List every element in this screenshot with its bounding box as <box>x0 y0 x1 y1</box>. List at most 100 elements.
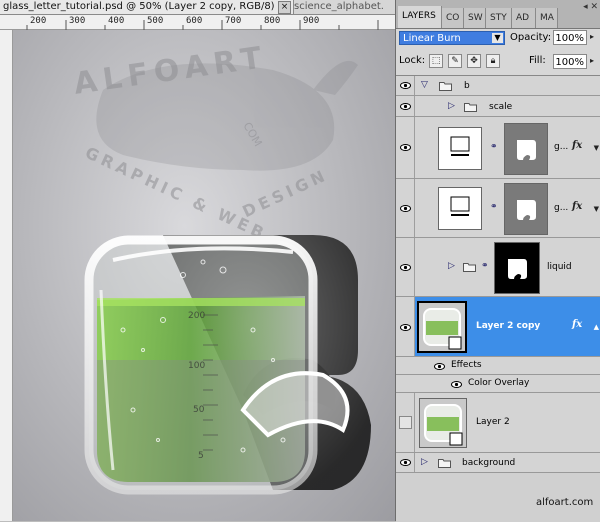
lock-move-icon[interactable]: ✥ <box>467 54 481 68</box>
canvas[interactable]: ALFOART COM GRAPHIC & WEB DESIGN 200 100… <box>13 30 395 521</box>
expand-triangle-icon[interactable]: ▽ <box>421 80 428 90</box>
expand-triangle-icon[interactable]: ▷ <box>448 101 455 111</box>
eye-icon[interactable] <box>400 205 411 212</box>
eye-icon[interactable] <box>434 363 445 370</box>
lock-all-icon[interactable]: 🔒︎ <box>486 54 500 68</box>
folder-icon <box>463 263 476 272</box>
color-overlay-row[interactable]: Color Overlay <box>396 375 600 393</box>
opacity-label: Opacity: <box>510 32 552 43</box>
ruler-mark: 300 <box>69 16 86 26</box>
lock-transparent-icon[interactable]: ⬚ <box>429 54 443 68</box>
tab-styles[interactable]: STY <box>486 8 512 28</box>
layer-name: scale <box>489 102 513 112</box>
visibility-cell <box>396 375 414 392</box>
ruler-mark: 200 <box>30 16 47 26</box>
layer-mask-thumbnail[interactable] <box>504 123 548 175</box>
eye-icon[interactable] <box>400 459 411 466</box>
effects-label: Effects <box>451 360 482 370</box>
document-tab-title-2: science_alphabet. <box>294 1 384 12</box>
visibility-cell[interactable] <box>396 453 415 472</box>
fill-input[interactable]: 100% <box>553 54 587 69</box>
layer-row-liquid[interactable]: ▷ ⚭ liquid <box>396 238 600 297</box>
expand-triangle-icon[interactable]: ▷ <box>421 457 428 467</box>
blend-mode-value: Linear Burn <box>403 33 461 44</box>
layer-thumbnail[interactable] <box>438 187 482 230</box>
opacity-slider-arrow-icon[interactable]: ▸ <box>590 32 598 41</box>
layer-row-scale[interactable]: ▷ scale <box>396 96 600 117</box>
layer-name: Layer 2 copy <box>476 321 541 331</box>
layer-mask-thumbnail[interactable] <box>494 242 540 294</box>
hidden-visibility-box[interactable] <box>399 416 412 429</box>
visibility-cell[interactable] <box>396 117 415 178</box>
fill-slider-arrow-icon[interactable]: ▸ <box>590 56 598 65</box>
tab-swatches[interactable]: SW <box>464 8 486 28</box>
document-tab-bar: glass_letter_tutorial.psd @ 50% (Layer 2… <box>0 0 395 15</box>
layer-row-layer-2[interactable]: Layer 2 <box>396 393 600 453</box>
visibility-cell[interactable] <box>396 238 415 296</box>
fx-icon[interactable]: fx <box>572 140 582 151</box>
glass-letter: 200 100 50 5 <box>84 235 350 495</box>
layer-row-b[interactable]: ▽ b <box>396 76 600 96</box>
expand-triangle-icon[interactable]: ▷ <box>448 261 455 271</box>
fill-label: Fill: <box>529 55 546 66</box>
vertical-ruler <box>0 30 13 521</box>
eye-icon[interactable] <box>400 103 411 110</box>
layer-row-g1[interactable]: ⚭ g... fx ▼ <box>396 117 600 179</box>
lock-label: Lock: <box>399 55 426 66</box>
layer-row-g2[interactable]: ⚭ g... fx ▼ <box>396 179 600 238</box>
link-icon: ⚭ <box>481 261 489 271</box>
eye-icon[interactable] <box>400 324 411 331</box>
close-tab-icon[interactable]: × <box>278 1 291 14</box>
layers-list: ▽ b ▷ scale ⚭ g... fx ▼ ⚭ g... fx ▼ ▷ ⚭ … <box>396 75 600 522</box>
layer-name: liquid <box>547 262 572 272</box>
scale-label: 200 <box>188 311 205 321</box>
layer-row-background[interactable]: ▷ background <box>396 453 600 473</box>
scale-label: 50 <box>193 405 205 415</box>
fx-icon[interactable]: fx <box>572 319 582 330</box>
visibility-cell[interactable] <box>396 96 415 116</box>
effects-row[interactable]: Effects <box>396 357 600 375</box>
folder-icon <box>439 82 452 91</box>
link-icon: ⚭ <box>490 202 498 212</box>
tab-masks[interactable]: MA <box>536 8 558 28</box>
layer-thumbnail[interactable] <box>419 398 467 448</box>
visibility-cell[interactable] <box>396 179 415 237</box>
tab-layers[interactable]: LAYERS <box>398 6 442 28</box>
ruler-mark: 700 <box>225 16 242 26</box>
layer-name: background <box>462 458 516 468</box>
panel-collapse-icon[interactable]: ◂ ✕ <box>583 2 598 12</box>
layer-name: b <box>464 81 470 91</box>
layers-panel: LAYERS CO SW STY AD MA ◂ ✕ Linear Burn ▼… <box>395 0 600 522</box>
layer-name: g... <box>554 203 569 213</box>
eye-icon[interactable] <box>400 264 411 271</box>
visibility-cell[interactable] <box>396 76 415 95</box>
horizontal-ruler: 200 300 400 500 600 700 800 900 <box>0 15 395 30</box>
visibility-cell[interactable] <box>396 297 415 356</box>
artwork: ALFOART COM GRAPHIC & WEB DESIGN 200 100… <box>72 40 371 495</box>
document-tab-inactive[interactable]: science_alphabet. <box>291 0 398 14</box>
collapse-effects-icon[interactable]: ▲ <box>594 323 599 331</box>
expand-effects-icon[interactable]: ▼ <box>594 205 599 213</box>
layer-row-layer-2-copy[interactable]: Layer 2 copy fx ▲ <box>396 297 600 357</box>
scale-label: 5 <box>198 451 204 461</box>
visibility-cell[interactable] <box>396 393 415 452</box>
eye-icon[interactable] <box>400 82 411 89</box>
fx-icon[interactable]: fx <box>572 201 582 212</box>
opacity-input[interactable]: 100% <box>553 30 587 45</box>
blend-mode-select[interactable]: Linear Burn ▼ <box>399 31 505 45</box>
tab-color[interactable]: CO <box>442 8 464 28</box>
folder-icon <box>464 103 477 112</box>
lock-brush-icon[interactable]: ✎ <box>448 54 462 68</box>
eye-icon[interactable] <box>451 381 462 388</box>
color-overlay-label: Color Overlay <box>468 378 530 388</box>
expand-effects-icon[interactable]: ▼ <box>594 144 599 152</box>
ruler-mark: 900 <box>303 16 320 26</box>
layer-thumbnail[interactable] <box>438 127 482 170</box>
site-watermark: alfoart.com <box>536 497 594 508</box>
document-tab-active[interactable]: glass_letter_tutorial.psd @ 50% (Layer 2… <box>0 0 294 14</box>
ruler-mark: 400 <box>108 16 125 26</box>
eye-icon[interactable] <box>400 144 411 151</box>
layer-thumbnail[interactable] <box>417 301 467 353</box>
layer-mask-thumbnail[interactable] <box>504 183 548 235</box>
tab-adjustments[interactable]: AD <box>512 8 536 28</box>
